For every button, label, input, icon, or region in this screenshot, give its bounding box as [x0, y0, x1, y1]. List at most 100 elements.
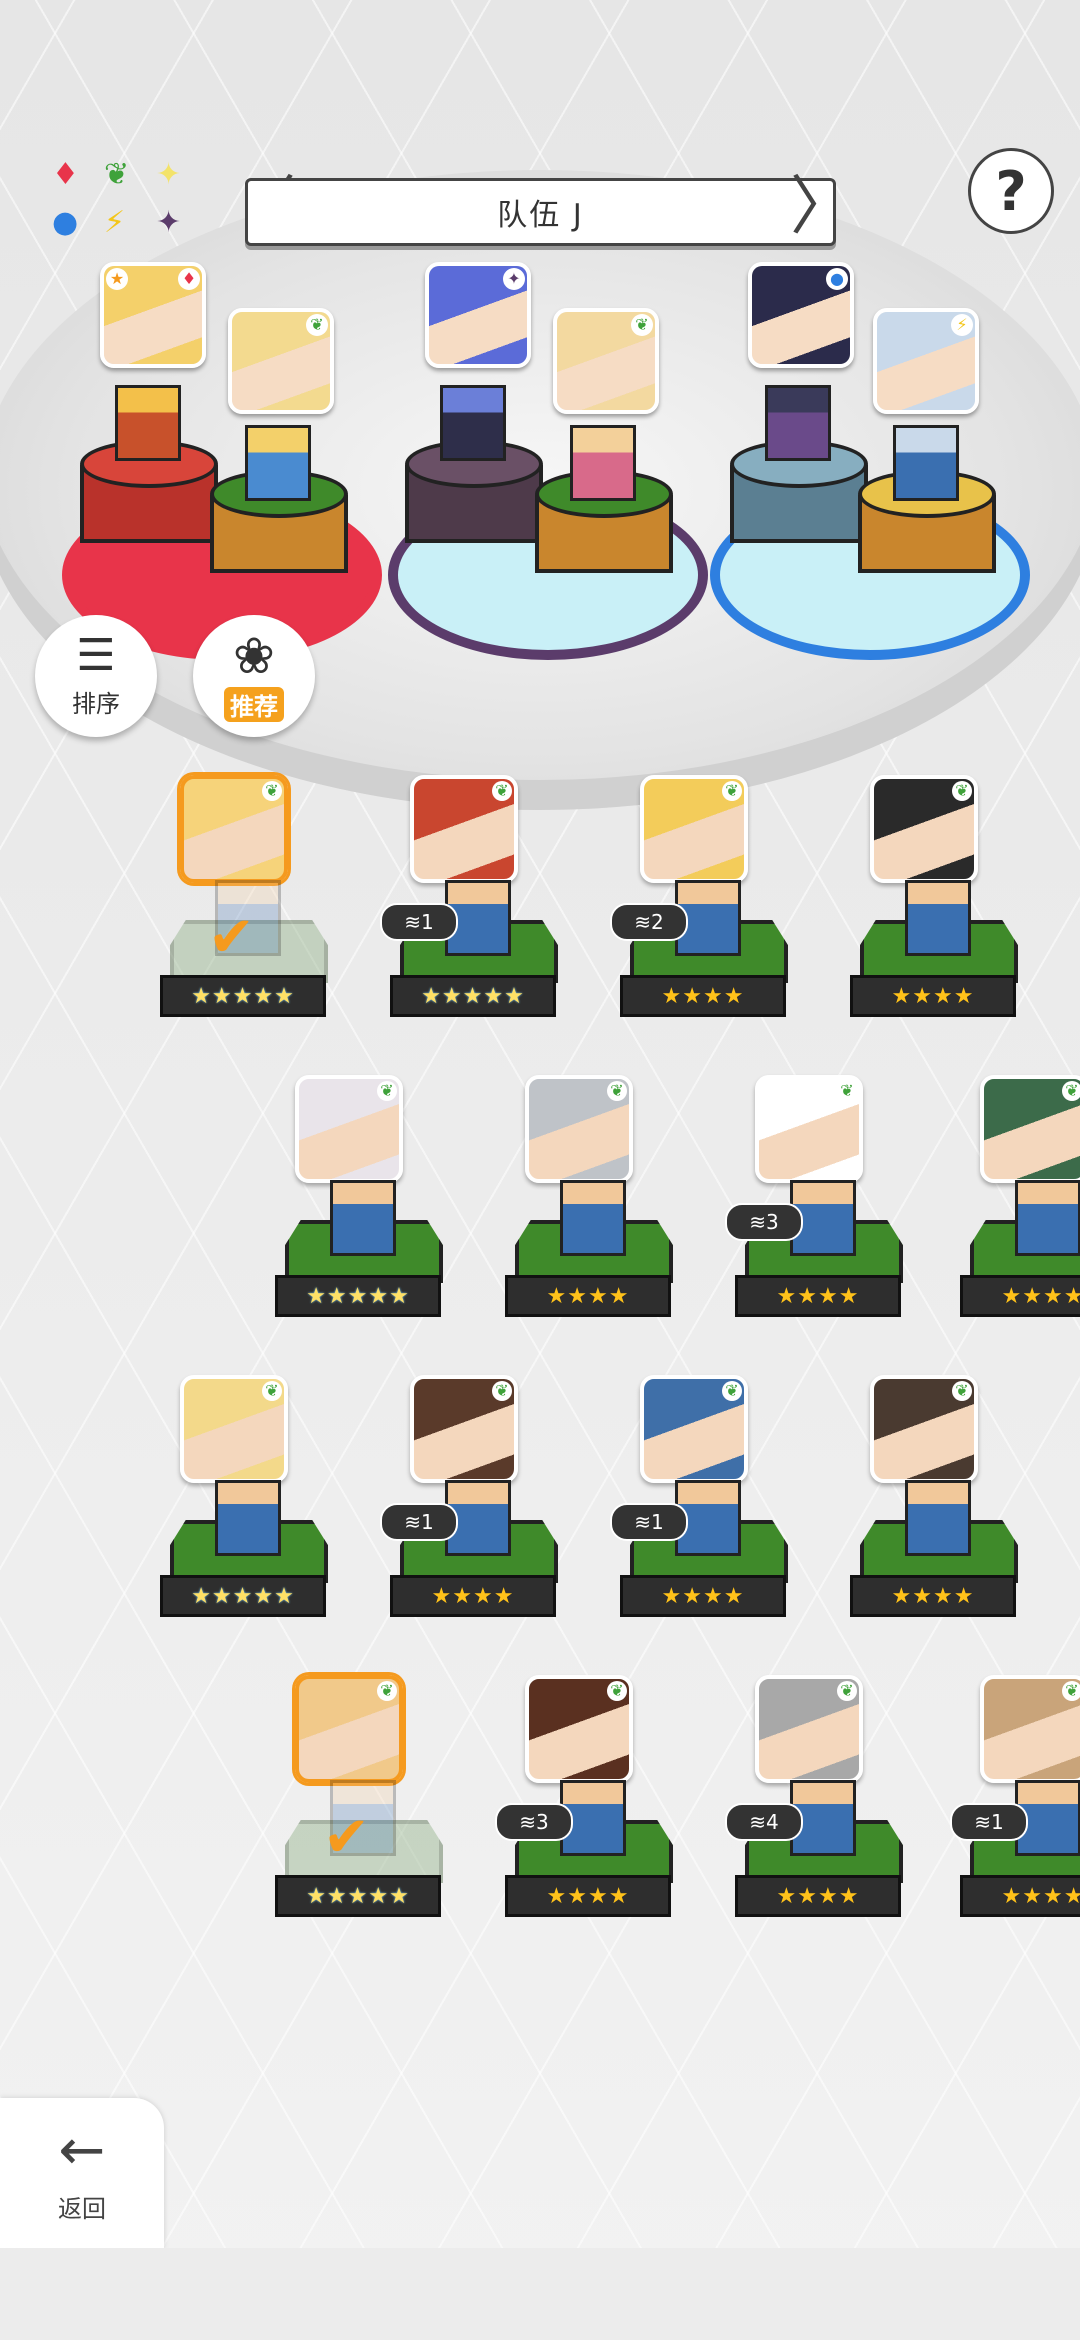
character-sprite	[330, 1180, 396, 1256]
roster-character-card[interactable]: ❦ ✔ ★★★★★	[275, 1675, 455, 2005]
team-slot-portrait[interactable]: ✦	[425, 262, 531, 368]
duplicate-count-badge: ≋1	[380, 1503, 458, 1541]
roster-character-card[interactable]: ❦ ★★★★	[850, 775, 1030, 1105]
roster-character-card[interactable]: ❦ ≋1 ★★★★	[610, 1375, 800, 1705]
star-rating: ★★★★	[960, 1875, 1080, 1917]
star-rating: ★★★★	[850, 975, 1016, 1017]
character-portrait[interactable]: ❦	[410, 1375, 518, 1483]
roster-character-card[interactable]: ❦ ≋1 ★★★★	[380, 1375, 570, 1705]
sort-button[interactable]: ☰ 排序	[35, 615, 157, 737]
duplicate-count-badge: ≋2	[610, 903, 688, 941]
leaf-element-icon: ❦	[722, 1381, 742, 1401]
leaf-element-icon: ❦	[952, 1381, 972, 1401]
character-portrait[interactable]: ❦	[755, 1675, 863, 1783]
duplicate-count-badge: ≋4	[725, 1803, 803, 1841]
roster-character-card[interactable]: ❦ ★★★★	[505, 1075, 685, 1405]
recommend-button[interactable]: ❀ 推荐	[193, 615, 315, 737]
fire-element-icon: ♦	[178, 268, 200, 290]
team-slot-portrait[interactable]: ●	[748, 262, 854, 368]
star-rating: ★★★★★	[160, 975, 326, 1017]
character-portrait[interactable]: ❦	[295, 1075, 403, 1183]
star-rating: ★★★★	[505, 1275, 671, 1317]
roster-character-card[interactable]: ❦ ≋2 ★★★★	[610, 775, 800, 1105]
roster-character-card[interactable]: ❦ ≋3 ★★★★	[495, 1675, 685, 2005]
star-rating: ★★★★	[390, 1575, 556, 1617]
character-sprite	[215, 1480, 281, 1556]
checkmark-icon: ✔	[323, 1805, 370, 1870]
roster-character-card[interactable]: ❦ ★★★★	[850, 1375, 1030, 1705]
star-rating: ★★★★★	[275, 1275, 441, 1317]
leaf-element-icon: ❦	[492, 781, 512, 801]
roster-character-card[interactable]: ❦ ≋4 ★★★★	[725, 1675, 915, 2005]
next-team-arrow[interactable]: 〉	[790, 175, 854, 239]
leaf-element-icon: ❦	[631, 314, 653, 336]
sort-label: 排序	[72, 689, 120, 718]
duplicate-count-badge: ≋3	[725, 1203, 803, 1241]
roster-character-card[interactable]: ❦ ★★★★★	[160, 1375, 340, 1705]
leaf-element-icon: ❦	[607, 1681, 627, 1701]
character-portrait[interactable]: ❦	[525, 1075, 633, 1183]
team-sprite	[570, 425, 636, 501]
character-portrait[interactable]: ❦	[525, 1675, 633, 1783]
character-portrait[interactable]: ❦	[410, 775, 518, 883]
character-sprite	[905, 880, 971, 956]
sort-icon: ☰	[76, 629, 116, 681]
team-slot-portrait[interactable]: ⚡	[873, 308, 979, 414]
roster-character-card[interactable]: ❦ ★★★★	[960, 1075, 1080, 1405]
fire-diamond-icon: ♦	[52, 157, 79, 192]
back-arrow-icon: ←	[58, 2117, 106, 2183]
team-sprite	[765, 385, 831, 461]
roster-character-card[interactable]: ❦ ≋3 ★★★★	[725, 1075, 915, 1405]
element-chart: ♦ ❦ ✦ ● ⚡ ✦	[52, 160, 202, 250]
sparkle-icon: ✦	[156, 157, 182, 192]
character-sprite	[1015, 1180, 1080, 1256]
roster-character-card[interactable]: ❦ ✔ ★★★★★	[160, 775, 340, 1105]
team-slot-portrait[interactable]: ❦	[228, 308, 334, 414]
lightning-element-icon: ⚡	[951, 314, 973, 336]
star-rating: ★★★★	[620, 975, 786, 1017]
character-portrait[interactable]: ❦	[870, 1375, 978, 1483]
star-rating: ★★★★	[620, 1575, 786, 1617]
dark-star-icon: ✦	[156, 205, 182, 240]
back-label: 返回	[58, 2194, 106, 2223]
roster-character-card[interactable]: ❦ ≋1 ★★★★★	[380, 775, 570, 1105]
leaf-icon: ❦	[104, 157, 130, 192]
character-portrait[interactable]: ❦	[980, 1075, 1080, 1183]
character-portrait[interactable]: ❦	[640, 775, 748, 883]
character-portrait[interactable]: ❦	[180, 775, 288, 883]
star-rating: ★★★★	[850, 1575, 1016, 1617]
back-button[interactable]: ← 返回	[0, 2098, 164, 2248]
leaf-element-icon: ❦	[1062, 1081, 1080, 1101]
character-portrait[interactable]: ❦	[295, 1675, 403, 1783]
leaf-element-icon: ❦	[492, 1381, 512, 1401]
dark-element-icon: ✦	[503, 268, 525, 290]
character-portrait[interactable]: ❦	[755, 1075, 863, 1183]
team-slot-portrait[interactable]: ★ ♦	[100, 262, 206, 368]
character-portrait[interactable]: ❦	[640, 1375, 748, 1483]
question-icon: ?	[995, 159, 1027, 223]
team-slot-portrait[interactable]: ❦	[553, 308, 659, 414]
team-sprite	[893, 425, 959, 501]
roster-character-card[interactable]: ❦ ★★★★★	[275, 1075, 455, 1405]
leaf-element-icon: ❦	[722, 781, 742, 801]
team-title: 队伍 J	[497, 198, 584, 233]
water-element-icon: ●	[826, 268, 848, 290]
star-rating: ★★★★	[735, 1275, 901, 1317]
leaf-element-icon: ❦	[262, 1381, 282, 1401]
leaf-element-icon: ❦	[377, 1081, 397, 1101]
star-rating: ★★★★★	[390, 975, 556, 1017]
leaf-element-icon: ❦	[952, 781, 972, 801]
duplicate-count-badge: ≋1	[950, 1803, 1028, 1841]
lightning-icon: ⚡	[104, 205, 126, 240]
water-circle-icon: ●	[52, 205, 79, 240]
leader-star-icon: ★	[106, 268, 128, 290]
character-portrait[interactable]: ❦	[870, 775, 978, 883]
duplicate-count-badge: ≋1	[380, 903, 458, 941]
roster-character-card[interactable]: ❦ ≋1 ★★★★	[950, 1675, 1080, 2005]
character-portrait[interactable]: ❦	[980, 1675, 1080, 1783]
recommend-icon: ❀	[233, 626, 275, 685]
help-button[interactable]: ?	[968, 148, 1054, 234]
leaf-element-icon: ❦	[837, 1081, 857, 1101]
character-portrait[interactable]: ❦	[180, 1375, 288, 1483]
team-sprite	[115, 385, 181, 461]
